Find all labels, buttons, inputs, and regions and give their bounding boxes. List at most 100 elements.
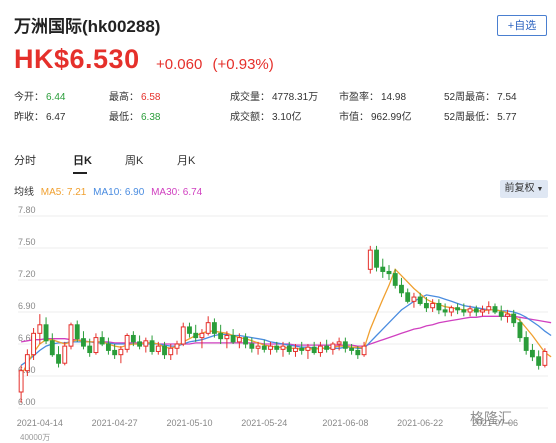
candle-body xyxy=(529,349,535,358)
stat-item: 52周最低： 5.77 xyxy=(444,108,517,123)
y-tick-label: 6.90 xyxy=(18,301,36,311)
price-adjust-dropdown[interactable]: 前复权 ▼ xyxy=(500,180,548,198)
stat-item: 成交量： 4778.31万 xyxy=(230,88,318,103)
candle-body xyxy=(411,296,417,302)
current-price: HK$6.530 xyxy=(14,44,140,74)
stat-label: 市值： xyxy=(339,112,369,123)
candle-body xyxy=(517,322,523,339)
ma-legend: 均线 MA5: 7.21 MA10: 6.90 MA30: 6.74 xyxy=(14,183,206,198)
add-to-watchlist-button[interactable]: +自选 xyxy=(497,15,547,36)
candle-body xyxy=(423,302,429,309)
stat-value: 6.58 xyxy=(141,92,161,103)
candle-body xyxy=(255,345,261,349)
tab-daily-k[interactable]: 日K xyxy=(73,152,92,168)
x-tick-label: 2021-05-10 xyxy=(166,418,212,428)
candle-body xyxy=(236,337,242,343)
candle-body xyxy=(455,307,461,311)
candle-body xyxy=(193,332,199,339)
change-value: +0.060 xyxy=(156,56,203,73)
candle-body xyxy=(349,347,355,351)
candle-body xyxy=(492,306,498,313)
x-tick-label: 2021-05-24 xyxy=(241,418,287,428)
stat-label: 最高： xyxy=(109,92,139,103)
x-tick-label: 2021-04-14 xyxy=(17,418,63,428)
stat-label: 成交额： xyxy=(230,112,270,123)
x-tick-label: 2021-06-22 xyxy=(397,418,443,428)
candle-body xyxy=(162,345,167,356)
candle-body xyxy=(355,349,361,356)
candle-body xyxy=(224,334,230,340)
ma10-label: MA10: 6.90 xyxy=(93,187,145,198)
candle-body xyxy=(124,334,130,350)
stat-item: 市盈率： 14.98 xyxy=(339,88,406,103)
candle-body xyxy=(31,332,37,356)
stock-title: 万洲国际(hk00288) xyxy=(14,17,161,36)
candle-body xyxy=(293,347,298,352)
tab-monthly-k[interactable]: 月K xyxy=(177,152,195,168)
candle-body xyxy=(205,322,211,334)
candle-body xyxy=(230,334,236,343)
stat-value: 3.10亿 xyxy=(272,112,302,123)
candle-body xyxy=(274,345,280,350)
candle-body xyxy=(442,309,448,313)
stat-label: 昨收： xyxy=(14,112,44,123)
candle-body xyxy=(536,356,542,366)
candle-body xyxy=(81,338,86,347)
stat-label: 成交量： xyxy=(230,92,270,103)
candle-body xyxy=(68,324,74,347)
watermark: 格隆汇 xyxy=(470,410,512,426)
candle-body xyxy=(137,341,143,347)
candle-body xyxy=(473,308,479,313)
candle-body xyxy=(130,334,136,343)
candle-body xyxy=(367,249,373,270)
stat-item: 成交额： 3.10亿 xyxy=(230,108,301,123)
candle-body xyxy=(461,309,467,313)
tab-intraday[interactable]: 分时 xyxy=(14,152,36,168)
candle-body xyxy=(87,345,93,354)
candle-body xyxy=(324,345,330,350)
ma5-label: MA5: 7.21 xyxy=(40,187,87,198)
stat-label: 市盈率： xyxy=(339,92,379,103)
y-tick-label: 7.20 xyxy=(18,269,36,279)
y-tick-label: 7.50 xyxy=(18,237,36,247)
stat-label: 今开： xyxy=(14,92,44,103)
tab-weekly-k[interactable]: 周K xyxy=(125,152,143,168)
candle-body xyxy=(18,370,24,393)
active-tab-underline xyxy=(73,172,87,174)
candle-body xyxy=(405,292,411,302)
candle-body xyxy=(280,345,286,350)
candle-body xyxy=(436,302,442,311)
candle-body xyxy=(311,346,317,354)
candlestick-chart: 7.807.507.206.906.606.306.002021-04-1420… xyxy=(17,205,552,428)
candle-body xyxy=(505,313,510,317)
candle-body xyxy=(74,324,80,340)
price-change: +0.060 (+0.93%) xyxy=(156,56,274,73)
candle-body xyxy=(118,348,124,356)
stat-label: 52周最高： xyxy=(444,92,496,103)
candle-body xyxy=(417,296,423,304)
candle-body xyxy=(105,343,111,351)
candle-body xyxy=(24,354,30,372)
candle-body xyxy=(93,337,99,354)
candle-body xyxy=(218,332,224,340)
candle-body xyxy=(523,337,529,351)
candle-body xyxy=(187,326,192,334)
candle-body xyxy=(211,322,217,334)
candle-body xyxy=(330,343,336,350)
candle-body xyxy=(243,337,249,345)
ma10-line xyxy=(20,294,552,366)
candle-body xyxy=(62,345,68,364)
candle-body xyxy=(498,311,504,317)
stat-value: 5.77 xyxy=(497,112,517,123)
change-percent: (+0.93%) xyxy=(212,56,274,73)
candle-body xyxy=(149,340,155,352)
stat-label: 52周最低： xyxy=(444,112,496,123)
candle-body xyxy=(43,324,49,342)
ma30-label: MA30: 6.74 xyxy=(151,187,203,198)
candle-body xyxy=(112,349,118,356)
candle-body xyxy=(305,346,311,351)
candle-body xyxy=(480,309,485,313)
chevron-down-icon: ▼ xyxy=(536,186,544,193)
candle-body xyxy=(386,270,392,275)
candle-body xyxy=(249,343,255,349)
